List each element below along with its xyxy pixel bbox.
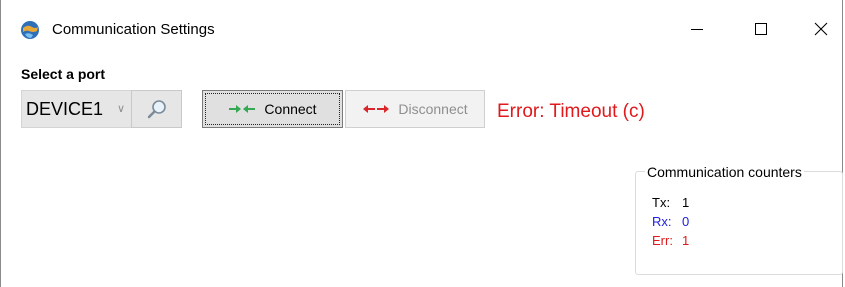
counters-title: Communication counters: [645, 164, 804, 180]
rx-counter: Rx: 0: [652, 214, 689, 229]
connect-button[interactable]: Connect: [202, 90, 343, 128]
disconnect-button[interactable]: Disconnect: [345, 90, 485, 128]
app-icon: [19, 19, 41, 41]
chevron-down-icon: ∨: [117, 103, 126, 115]
close-icon: [814, 22, 828, 35]
tx-counter: Tx: 1: [652, 195, 689, 210]
minimize-icon: [691, 28, 703, 30]
tx-value: 1: [682, 195, 690, 210]
communication-counters-group: Communication counters Tx: 1 Rx: 0 Err: 1: [635, 164, 843, 275]
window-title: Communication Settings: [52, 21, 215, 38]
err-value: 1: [682, 233, 690, 248]
maximize-icon: [755, 22, 767, 35]
select-port-label: Select a port: [21, 66, 106, 82]
close-button[interactable]: [798, 0, 844, 57]
tx-label: Tx:: [652, 195, 671, 210]
rx-value: 0: [682, 214, 690, 229]
connect-arrows-icon: [229, 105, 256, 113]
err-label: Err:: [652, 233, 673, 248]
search-ports-button[interactable]: [131, 90, 182, 128]
disconnect-label: Disconnect: [398, 101, 468, 117]
communication-settings-window: Communication Settings Select a port DEV…: [0, 0, 843, 287]
port-dropdown-value: DEVICE1: [26, 99, 104, 119]
connect-button-focus: Connect: [205, 93, 340, 125]
err-counter: Err: 1: [652, 233, 689, 248]
port-dropdown[interactable]: DEVICE1 ∨: [21, 90, 132, 128]
maximize-button[interactable]: [738, 0, 784, 57]
error-status-text: Error: Timeout (c): [497, 101, 645, 122]
minimize-button[interactable]: [674, 0, 720, 57]
search-icon: [147, 100, 166, 119]
rx-label: Rx:: [652, 214, 672, 229]
disconnect-arrows-icon: [363, 105, 390, 113]
title-bar[interactable]: Communication Settings: [1, 0, 842, 57]
connect-label: Connect: [264, 101, 317, 117]
